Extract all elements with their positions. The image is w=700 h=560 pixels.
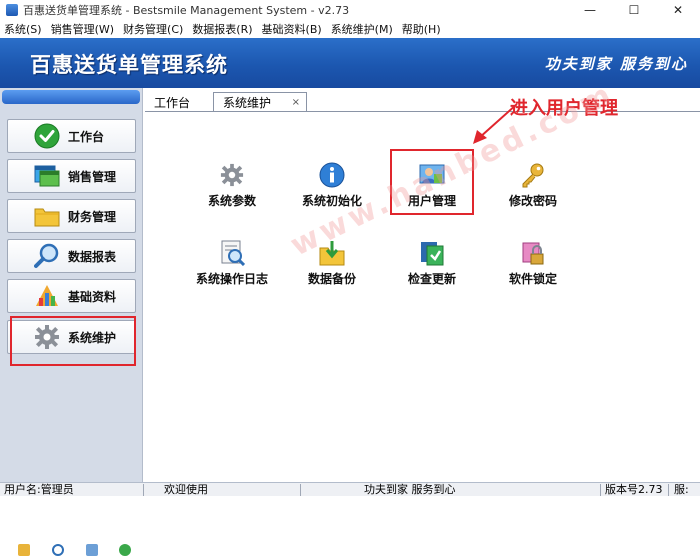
check-icon — [34, 123, 60, 149]
tool-system-params[interactable]: 系统参数 — [187, 162, 277, 209]
status-extra: 服: — [674, 483, 689, 496]
tool-label: 系统参数 — [207, 194, 256, 208]
tab-workbench[interactable]: 工作台 — [154, 92, 214, 112]
magnifier-icon — [34, 243, 60, 269]
menu-maintenance[interactable]: 系统维护(M) — [331, 21, 393, 37]
status-slogan: 功夫到家 服务到心 — [364, 483, 456, 496]
edit-icon[interactable] — [18, 544, 30, 556]
sidebar-item-label: 财务管理 — [68, 209, 117, 224]
lock-icon — [520, 240, 546, 266]
tool-label: 修改密码 — [508, 194, 557, 208]
tool-change-password[interactable]: 修改密码 — [488, 162, 578, 209]
sidebar-item-reports[interactable]: 数据报表 — [7, 239, 136, 273]
info-icon — [319, 162, 345, 188]
app-window: 百惠送货单管理系统 - Bestsmile Management System … — [0, 0, 700, 556]
tab-label: 系统维护 — [223, 96, 272, 110]
tool-label: 数据备份 — [307, 272, 356, 286]
menu-bar: 系统(S) 销售管理(W) 财务管理(C) 数据报表(R) 基础资料(B) 系统… — [0, 20, 700, 38]
window-title: 百惠送货单管理系统 - Bestsmile Management System … — [23, 4, 350, 17]
sidebar-item-basic-data[interactable]: 基础资料 — [7, 279, 136, 313]
sidebar-item-workbench[interactable]: 工作台 — [7, 119, 136, 153]
tab-close-icon[interactable]: × — [292, 97, 300, 108]
menu-help[interactable]: 帮助(H) — [402, 21, 441, 37]
tool-operation-log[interactable]: 系统操作日志 — [187, 240, 277, 287]
sidebar-item-sales[interactable]: 销售管理 — [7, 159, 136, 193]
status-separator — [300, 484, 301, 496]
menu-basic-data[interactable]: 基础资料(B) — [262, 21, 322, 37]
sidebar: 工作台 销售管理 财务管理 数据报表 基础资料 系统维护 — [0, 88, 143, 556]
window-controls: — ☐ ✕ — [568, 0, 700, 20]
sidebar-item-finance[interactable]: 财务管理 — [7, 199, 136, 233]
app-title: 百惠送货单管理系统 — [30, 53, 228, 77]
banner-slogan: 功夫到家 服务到心 — [544, 55, 688, 73]
sidebar-item-label: 基础资料 — [68, 289, 117, 304]
gear-icon — [219, 162, 245, 188]
status-user: 用户名:管理员 — [4, 483, 74, 496]
tool-software-lock[interactable]: 软件锁定 — [488, 240, 578, 287]
tool-label: 检查更新 — [407, 272, 456, 286]
status-separator — [143, 484, 144, 496]
window-icon — [34, 163, 60, 189]
sidebar-footer — [0, 540, 143, 560]
menu-sales[interactable]: 销售管理(W) — [51, 21, 114, 37]
sidebar-item-label: 数据报表 — [68, 249, 117, 264]
maximize-button[interactable]: ☐ — [612, 0, 656, 20]
tool-check-update[interactable]: 检查更新 — [387, 240, 477, 287]
log-icon — [219, 240, 245, 266]
tab-maintenance[interactable]: 系统维护 × — [213, 92, 307, 112]
clock-icon[interactable] — [52, 544, 64, 556]
status-bar: 用户名:管理员 欢迎使用 功夫到家 服务到心 版本号2.73 服: — [0, 482, 700, 496]
status-version: 版本号2.73 — [605, 483, 663, 496]
chart-icon — [34, 283, 60, 309]
status-separator — [600, 484, 601, 496]
folder-icon — [34, 203, 60, 229]
refresh-icon[interactable] — [119, 544, 131, 556]
update-icon — [419, 240, 445, 266]
menu-system[interactable]: 系统(S) — [4, 21, 42, 37]
menu-reports[interactable]: 数据报表(R) — [192, 21, 252, 37]
sidebar-highlight-box — [10, 316, 136, 366]
app-icon — [6, 4, 18, 16]
sidebar-item-label: 销售管理 — [68, 169, 117, 184]
tool-label: 系统操作日志 — [195, 272, 268, 286]
tool-label: 软件锁定 — [508, 272, 557, 286]
close-button[interactable]: ✕ — [656, 0, 700, 20]
sidebar-item-label: 工作台 — [68, 129, 105, 144]
status-separator — [668, 484, 669, 496]
sidebar-header — [2, 90, 140, 104]
key-icon — [520, 162, 546, 188]
tab-label: 工作台 — [154, 95, 191, 110]
title-bar: 百惠送货单管理系统 - Bestsmile Management System … — [0, 0, 700, 20]
minimize-button[interactable]: — — [568, 0, 612, 20]
search-icon[interactable] — [86, 544, 98, 556]
menu-finance[interactable]: 财务管理(C) — [123, 21, 183, 37]
status-welcome: 欢迎使用 — [164, 483, 208, 496]
